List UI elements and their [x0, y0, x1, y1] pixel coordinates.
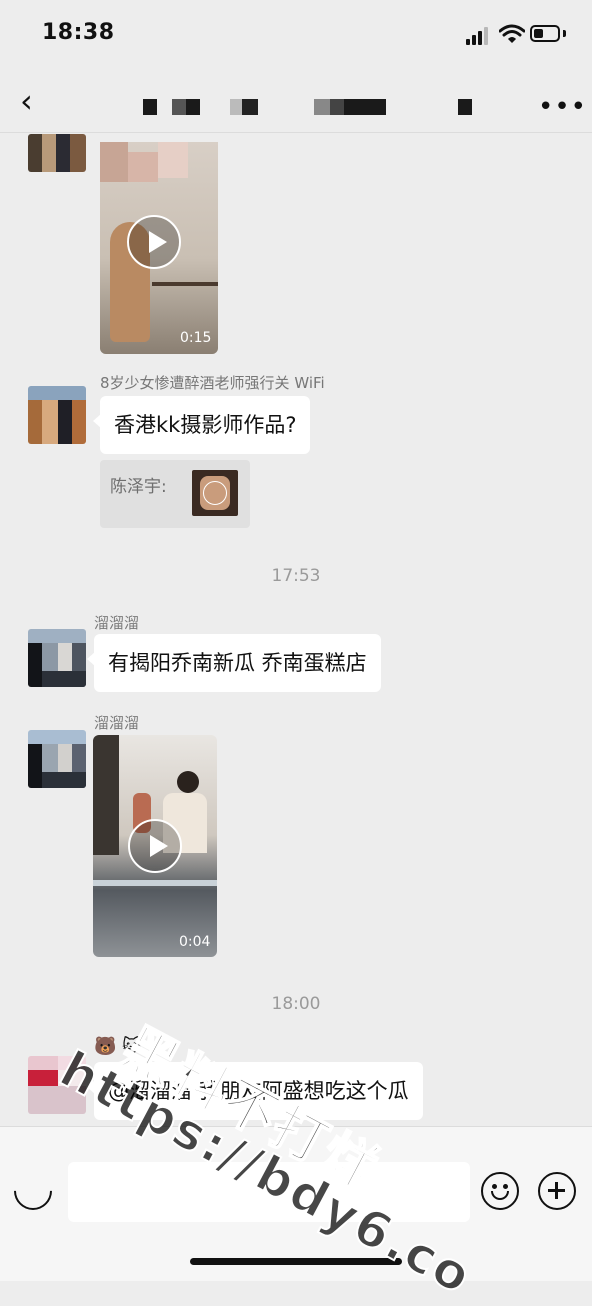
sender-name: 溜溜溜 [94, 714, 140, 732]
quoted-header: 8岁少女惨遭醉酒老师强行关 WiFi [100, 374, 325, 392]
plus-icon[interactable] [538, 1172, 576, 1210]
play-icon[interactable] [128, 819, 182, 873]
back-button[interactable]: ‹ [20, 85, 33, 117]
sender-name: 溜溜溜 [94, 614, 140, 632]
message-bubble[interactable]: 香港kk摄影师作品? [92, 396, 311, 454]
avatar[interactable] [28, 134, 86, 172]
chat-header [0, 70, 592, 133]
message-bubble[interactable]: 有揭阳乔南新瓜 乔南蛋糕店 [87, 634, 381, 692]
timestamp: 18:00 [271, 994, 321, 1014]
play-icon [203, 481, 227, 505]
video-message[interactable]: 0:04 [93, 735, 217, 957]
video-duration: 0:04 [179, 934, 211, 950]
quoted-video-thumbnail[interactable] [192, 470, 238, 516]
battery-icon [530, 25, 560, 42]
timestamp: 17:53 [271, 566, 321, 586]
status-time: 18:38 [42, 20, 115, 45]
battery-tip [563, 30, 566, 37]
cellular-signal-icon [466, 27, 492, 45]
avatar[interactable] [28, 629, 86, 687]
quoted-reply[interactable]: 陈泽宇: [100, 460, 250, 528]
more-options-button[interactable]: ••• [538, 92, 587, 122]
quoted-reply-label: 陈泽宇: [110, 477, 167, 497]
video-message[interactable]: 0:15 [100, 142, 218, 354]
avatar[interactable] [28, 386, 86, 444]
avatar[interactable] [28, 730, 86, 788]
wifi-icon [499, 24, 525, 43]
emoji-icon[interactable] [481, 1172, 519, 1210]
video-duration: 0:15 [180, 330, 212, 346]
play-icon[interactable] [127, 215, 181, 269]
